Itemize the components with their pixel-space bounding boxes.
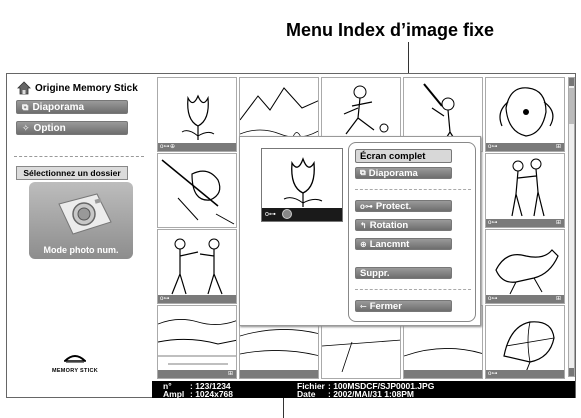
info-footer: n° : 123/1234 Ampl : 1024x768 Fichier : … <box>152 381 575 398</box>
thumbnail-info-bar: o⊶ ⊞ <box>486 143 564 151</box>
thumbnail-lake[interactable]: ⊞ <box>157 305 237 379</box>
thumbnail-couple[interactable]: o⊶ ⊞ <box>485 153 565 228</box>
thumbnail-info-bar: o⊶ ⊞ <box>486 295 564 303</box>
thumbnail-tulip[interactable]: o⊶ ⊕ <box>157 77 237 152</box>
thumbnail-info-bar: ⊞ <box>158 370 236 378</box>
logo-text: MEMORY STICK <box>51 368 99 374</box>
menu-item-label: Diaporama <box>368 167 418 179</box>
camera-icon <box>58 193 112 235</box>
slideshow-icon: ⧉ <box>360 168 366 177</box>
image-index-menu: Écran complet ⧉ Diaporama o⊶ Protect. ↰ … <box>348 142 476 322</box>
memory-stick-logo: MEMORY STICK <box>45 350 105 374</box>
slideshow-icon: ⧉ <box>22 101 29 112</box>
lock-icon: o⊶ <box>488 220 498 226</box>
thumbnail-info-bar <box>240 370 318 378</box>
key-icon: o⊶ <box>360 201 373 211</box>
launch-icon: ⊕ <box>360 239 367 249</box>
image-index-menu-panel: o⊶ Écran complet ⧉ Diaporama o⊶ Protect.… <box>239 136 481 326</box>
print-icon: ⊞ <box>555 296 561 302</box>
size-label: Ampl <box>163 389 185 399</box>
menu-item-label: Lancmnt <box>369 238 410 250</box>
left-divider <box>14 156 144 157</box>
menu-item-rotation[interactable]: ↰ Rotation <box>355 219 452 231</box>
option-icon: ✧ <box>22 122 30 133</box>
protect-icon <box>282 209 292 219</box>
print-icon: ⊞ <box>227 371 233 377</box>
size-value: : 1024x768 <box>190 389 234 399</box>
memory-stick-logo-icon <box>64 355 86 364</box>
callout-leader-line <box>283 398 284 418</box>
menu-item-label: Écran complet <box>360 150 426 162</box>
print-icon: ⊞ <box>555 144 561 150</box>
lock-icon: o⊶ <box>488 371 498 377</box>
rotate-icon: ↰ <box>360 220 367 230</box>
date-label: Date <box>297 389 316 399</box>
date-value: : 2002/MAI/31 1:08PM <box>328 389 414 399</box>
menu-item-full-screen[interactable]: Écran complet <box>355 149 452 163</box>
thumbnail-info-bar: o⊶ ⊞ <box>486 219 564 227</box>
mode-photo-button[interactable]: Mode photo num. <box>29 182 133 259</box>
thumbnail-info-bar: o⊶ ⊕ <box>158 143 236 151</box>
menu-divider <box>355 289 471 290</box>
scroll-up-button[interactable] <box>569 78 574 86</box>
select-folder-button[interactable]: Sélectionnez un dossier <box>16 166 128 180</box>
menu-divider <box>355 189 471 190</box>
origin-button[interactable]: Origine Memory Stick <box>17 81 138 95</box>
thumbnail-info-bar <box>404 370 482 378</box>
diaporama-label: Diaporama <box>32 101 85 113</box>
menu-item-label: Protect. <box>375 200 412 212</box>
lock-icon: o⊶ <box>160 144 170 150</box>
thumbnail-info-bar: o⊶ <box>486 370 564 378</box>
menu-item-protect[interactable]: o⊶ Protect. <box>355 200 452 212</box>
protect-icon: ⊕ <box>170 144 176 150</box>
diaporama-button[interactable]: ⧉ Diaporama <box>16 100 128 114</box>
selected-image-preview: o⊶ <box>261 148 343 222</box>
scrollbar[interactable] <box>568 77 575 377</box>
menu-item-diaporama[interactable]: ⧉ Diaporama <box>355 167 452 179</box>
print-icon: ⊞ <box>555 220 561 226</box>
thumbnail-skier[interactable] <box>157 153 237 228</box>
menu-item-close[interactable]: ⇽ Fermer <box>355 300 452 312</box>
mode-label: Mode photo num. <box>43 245 119 255</box>
thumbnail-dog[interactable]: o⊶ ⊞ <box>485 77 565 152</box>
origin-label: Origine Memory Stick <box>35 82 138 94</box>
home-icon <box>17 81 31 95</box>
preview-info-bar: o⊶ <box>262 208 342 221</box>
thumbnail-flower[interactable]: o⊶ <box>485 305 565 379</box>
index-screen: Origine Memory Stick ⧉ Diaporama ✧ Optio… <box>6 73 576 398</box>
scroll-down-button[interactable] <box>569 368 574 376</box>
menu-item-label: Rotation <box>369 219 409 231</box>
menu-item-label: Fermer <box>369 300 402 312</box>
callout-title: Menu Index d’image fixe <box>286 20 495 40</box>
option-label: Option <box>33 122 66 134</box>
menu-item-launch[interactable]: ⊕ Lancmnt <box>355 238 452 250</box>
menu-item-label: Suppr. <box>360 267 390 279</box>
option-button[interactable]: ✧ Option <box>16 121 128 135</box>
thumbnail-dog-run[interactable]: o⊶ ⊞ <box>485 229 565 304</box>
lock-icon: o⊶ <box>488 144 498 150</box>
thumbnail-boxers[interactable]: o⊶ <box>157 229 237 304</box>
scroll-thumb[interactable] <box>569 88 574 124</box>
close-arrow-icon: ⇽ <box>360 301 367 311</box>
left-panel: Origine Memory Stick ⧉ Diaporama ✧ Optio… <box>7 74 152 378</box>
lock-icon: o⊶ <box>265 211 276 218</box>
menu-item-delete[interactable]: Suppr. <box>355 267 452 279</box>
lock-icon: o⊶ <box>160 296 170 302</box>
lock-icon: o⊶ <box>488 296 498 302</box>
thumbnail-info-bar: o⊶ <box>158 295 236 303</box>
